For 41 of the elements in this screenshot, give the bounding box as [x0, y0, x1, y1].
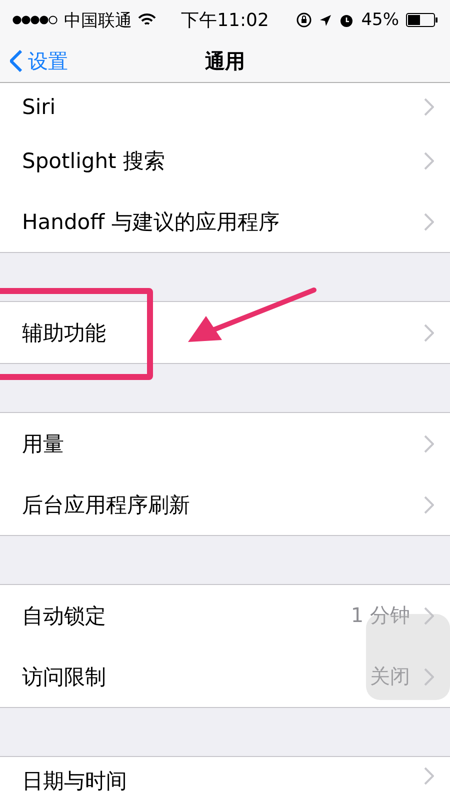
settings-row[interactable]: Siri: [0, 83, 450, 130]
row-label: 辅助功能: [22, 320, 107, 346]
chevron-icon: [424, 152, 434, 170]
alarm-clock-icon: [339, 12, 354, 28]
row-value: 1 分钟: [350, 602, 410, 629]
row-label: Spotlight 搜索: [22, 148, 166, 174]
row-label: 用量: [22, 430, 65, 458]
chevron-icon: [424, 496, 434, 514]
carrier-name: 中国联通: [64, 10, 132, 32]
chevron-icon: [424, 767, 434, 785]
back-chevron-icon: [10, 50, 22, 72]
status-time: 下午11:02: [181, 9, 269, 32]
row-label: 日期与时间: [22, 768, 128, 795]
row-label: 访问限制: [22, 664, 107, 690]
settings-row[interactable]: 用量: [0, 413, 450, 474]
chevron-icon: [424, 98, 434, 116]
settings-row[interactable]: 辅助功能: [0, 302, 450, 363]
back-button[interactable]: 设置: [0, 46, 74, 76]
row-label: 后台应用程序刷新: [22, 492, 191, 518]
chevron-icon: [424, 212, 434, 230]
settings-row[interactable]: Spotlight 搜索: [0, 130, 450, 191]
nav-title: 通用: [205, 48, 245, 74]
row-value: 关闭: [370, 663, 410, 690]
battery-icon: [406, 13, 438, 27]
location-arrow-icon: [319, 14, 332, 26]
settings-row[interactable]: 后台应用程序刷新: [0, 474, 450, 535]
chevron-icon: [424, 324, 434, 342]
chevron-icon: [424, 434, 434, 452]
chevron-icon: [424, 606, 434, 624]
signal-icon: [12, 15, 58, 25]
settings-row[interactable]: 日期与时间: [0, 757, 450, 800]
row-label: 自动锁定: [22, 602, 107, 630]
settings-row[interactable]: 自动锁定 1 分钟: [0, 585, 450, 646]
settings-row[interactable]: Handoff 与建议的应用程序: [0, 191, 450, 252]
rotation-lock-icon: [296, 12, 312, 28]
wifi-icon: [138, 13, 156, 27]
battery-percent: 45%: [361, 10, 399, 30]
chevron-icon: [424, 668, 434, 686]
row-label: Siri: [22, 94, 57, 118]
row-label: Handoff 与建议的应用程序: [22, 208, 280, 236]
settings-row[interactable]: 访问限制 关闭: [0, 646, 450, 707]
